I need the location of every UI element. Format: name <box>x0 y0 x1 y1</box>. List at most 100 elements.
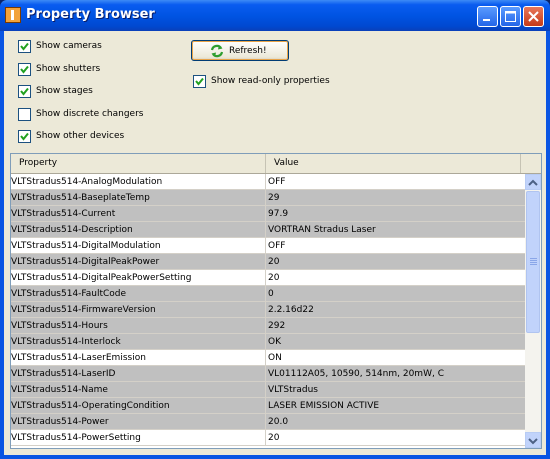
thumb-grip <box>530 258 537 259</box>
table-row[interactable]: VLTStradus514-DigitalPeakPower 20 <box>11 254 525 270</box>
value-cell: 292 <box>268 321 286 331</box>
thumb-grip <box>530 264 537 265</box>
title-bar[interactable]: Property Browser <box>0 0 550 31</box>
table-row[interactable]: VLTStradus514-FirmwareVersion 2.2.16d22 <box>11 302 525 318</box>
value-cell: 29 <box>268 193 280 203</box>
table-row[interactable]: VLTStradus514-PowerSetting 20 <box>11 430 525 446</box>
table-row[interactable]: VLTStradus514-DigitalModulation OFF <box>11 238 525 254</box>
table-row[interactable]: VLTStradus514-Interlock OK <box>11 334 525 350</box>
show-cameras-label: Show cameras <box>36 41 102 51</box>
close-button[interactable] <box>523 6 544 27</box>
maximize-button[interactable] <box>500 6 521 27</box>
property-table: Property Value VLTStradus514-AnalogModul… <box>10 153 542 449</box>
checkbox-box[interactable] <box>18 63 31 76</box>
show-stages-label: Show stages <box>36 86 93 96</box>
checkbox-box[interactable] <box>18 108 31 121</box>
value-cell: VL01112A05, 10590, 514nm, 20mW, C <box>268 369 444 379</box>
vertical-scrollbar[interactable] <box>525 174 541 448</box>
column-header-property[interactable]: Property <box>11 154 266 173</box>
property-cell: VLTStradus514-Interlock <box>11 334 266 350</box>
property-cell: VLTStradus514-Hours <box>11 318 266 334</box>
table-row[interactable]: VLTStradus514-AnalogModulation OFF <box>11 174 525 190</box>
property-cell: VLTStradus514-DigitalPeakPower <box>11 254 266 270</box>
chevron-up-icon <box>528 179 538 186</box>
checkmark-icon <box>20 87 29 96</box>
refresh-button[interactable]: Refresh! <box>191 40 289 61</box>
value-cell: 20 <box>268 257 280 267</box>
checkmark-icon <box>20 65 29 74</box>
property-cell: VLTStradus514-Description <box>11 222 266 238</box>
table-row[interactable]: VLTStradus514-LaserEmission ON <box>11 350 525 366</box>
refresh-button-label: Refresh! <box>229 46 267 56</box>
property-cell: VLTStradus514-LaserEmission <box>11 350 266 366</box>
table-row[interactable]: VLTStradus514-Hours 292 <box>11 318 525 334</box>
table-row[interactable]: VLTStradus514-BaseplateTemp 29 <box>11 190 525 206</box>
table-row[interactable]: VLTStradus514-Description VORTRAN Stradus… <box>11 222 525 238</box>
property-cell: VLTStradus514-PowerSetting <box>11 430 266 446</box>
table-row[interactable]: VLTStradus514-DigitalPeakPowerSetting 20 <box>11 270 525 286</box>
property-cell: VLTStradus514-OperatingCondition <box>11 398 266 414</box>
property-cell: VLTStradus514-AnalogModulation <box>11 174 266 190</box>
chevron-down-icon <box>528 438 538 445</box>
table-row[interactable]: VLTStradus514-OperatingCondition LASER EM… <box>11 398 525 414</box>
checkbox-box[interactable] <box>193 75 206 88</box>
minimize-icon <box>483 19 490 21</box>
value-cell[interactable]: OFF <box>266 174 525 190</box>
window-title: Property Browser <box>26 7 155 22</box>
value-cell: 0 <box>268 289 274 299</box>
table-row[interactable]: VLTStradus514-Name VLTStradus <box>11 382 525 398</box>
property-cell: VLTStradus514-FirmwareVersion <box>11 302 266 318</box>
thumb-grip <box>530 262 537 263</box>
property-cell: VLTStradus514-BaseplateTemp <box>11 190 266 206</box>
column-header-value[interactable]: Value <box>266 154 521 173</box>
thumb-grip <box>530 260 537 261</box>
property-cell: VLTStradus514-DigitalModulation <box>11 238 266 254</box>
property-cell: VLTStradus514-FaultCode <box>11 286 266 302</box>
value-cell: VORTRAN Stradus Laser <box>268 225 376 235</box>
value-cell: 97.9 <box>268 209 289 219</box>
property-cell: VLTStradus514-Name <box>11 382 266 398</box>
value-cell: 2.2.16d22 <box>268 305 314 315</box>
table-header: Property Value <box>11 154 525 174</box>
table-row[interactable]: VLTStradus514-FaultCode 0 <box>11 286 525 302</box>
scrollbar-thumb[interactable] <box>526 191 540 333</box>
property-cell: VLTStradus514-Power <box>11 414 266 430</box>
value-cell[interactable]: 20 <box>266 430 525 446</box>
window-frame-bottom <box>0 455 550 459</box>
property-browser-window: Property Browser Show cameras Show shutt… <box>0 0 550 459</box>
checkbox-box[interactable] <box>18 85 31 98</box>
value-cell: LASER EMISSION ACTIVE <box>268 401 380 411</box>
property-cell: VLTStradus514-LaserID <box>11 366 266 382</box>
checkbox-box[interactable] <box>18 40 31 53</box>
scroll-down-button[interactable] <box>525 432 541 448</box>
scroll-up-button[interactable] <box>525 174 541 190</box>
table-row[interactable]: VLTStradus514-Power 20.0 <box>11 414 525 430</box>
minimize-button[interactable] <box>477 6 498 27</box>
window-frame-right <box>546 31 550 459</box>
maximize-icon <box>505 11 516 22</box>
checkbox-box[interactable] <box>18 130 31 143</box>
show-shutters-label: Show shutters <box>36 64 101 74</box>
table-body: VLTStradus514-AnalogModulation OFF VLTStra… <box>11 174 525 448</box>
value-cell[interactable]: 20 <box>266 270 525 286</box>
client-area: Show cameras Show shutters Show stages S… <box>4 31 546 455</box>
table-row[interactable]: VLTStradus514-Current 97.9 <box>11 206 525 222</box>
show-readonly-label: Show read-only properties <box>211 76 330 86</box>
value-cell: 20.0 <box>268 417 289 427</box>
header-corner <box>525 154 541 174</box>
property-cell: VLTStradus514-DigitalPeakPowerSetting <box>11 270 266 286</box>
checkmark-icon <box>195 77 204 86</box>
value-cell: VLTStradus <box>268 385 318 395</box>
show-other-devices-label: Show other devices <box>36 131 125 141</box>
checkmark-icon <box>20 132 29 141</box>
checkmark-icon <box>20 42 29 51</box>
close-icon <box>528 11 539 22</box>
show-discrete-changers-label: Show discrete changers <box>36 109 144 119</box>
table-row[interactable]: VLTStradus514-LaserID VL01112A05, 10590, … <box>11 366 525 382</box>
value-cell: OK <box>268 337 281 347</box>
refresh-icon <box>210 44 224 58</box>
property-cell: VLTStradus514-Current <box>11 206 266 222</box>
app-icon <box>5 7 21 23</box>
value-cell[interactable]: ON <box>266 350 525 366</box>
value-cell[interactable]: OFF <box>266 238 525 254</box>
